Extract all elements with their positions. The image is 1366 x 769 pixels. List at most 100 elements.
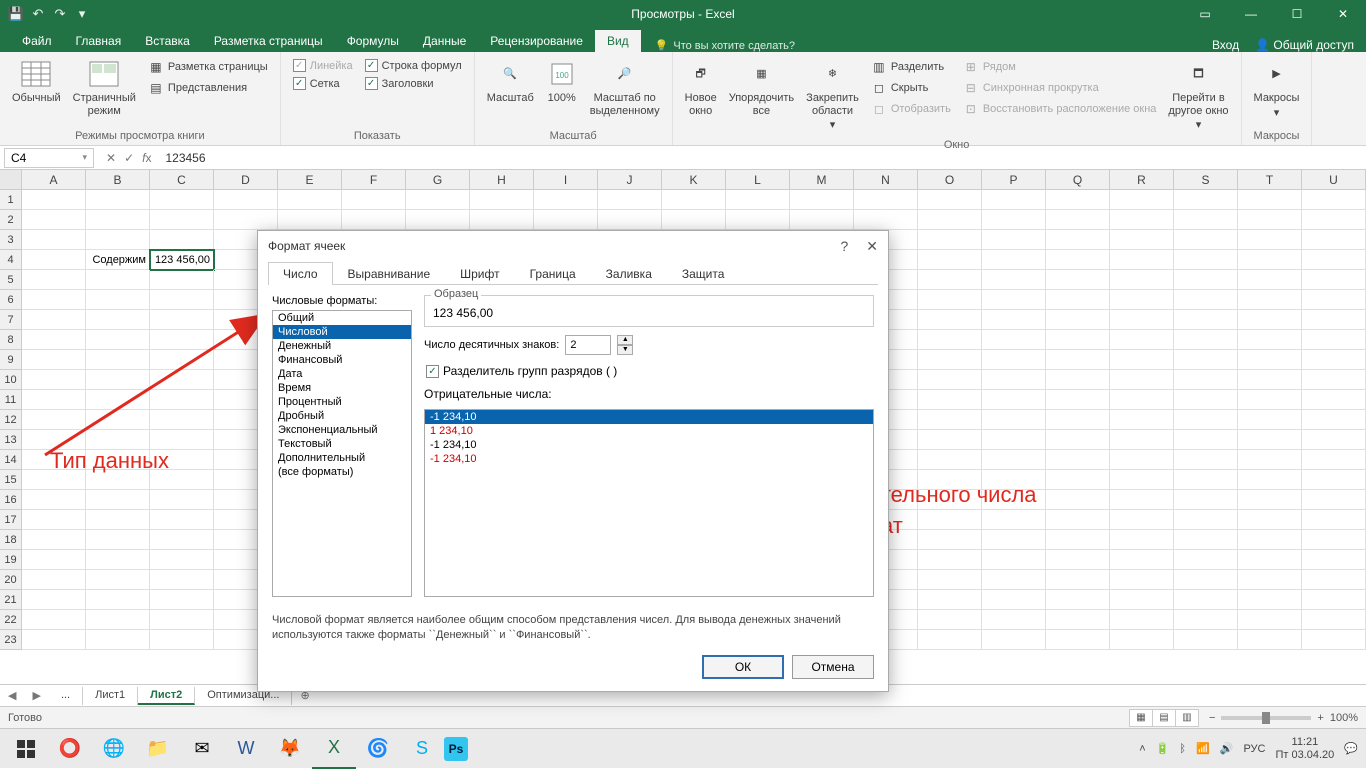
login-link[interactable]: Вход (1212, 38, 1239, 52)
cell[interactable] (918, 230, 982, 250)
cell[interactable] (1174, 470, 1238, 490)
cell[interactable] (1238, 410, 1302, 430)
cell[interactable] (1302, 210, 1366, 230)
row-header[interactable]: 8 (0, 330, 22, 350)
ribbon-opts-icon[interactable]: ▭ (1182, 0, 1228, 28)
cell[interactable] (22, 610, 86, 630)
cell[interactable] (22, 330, 86, 350)
cell[interactable] (1238, 510, 1302, 530)
cell[interactable] (790, 210, 854, 230)
cell[interactable] (22, 470, 86, 490)
cell[interactable] (278, 210, 342, 230)
tab-pagelayout[interactable]: Разметка страницы (202, 30, 335, 52)
negative-item[interactable]: 1 234,10 (425, 424, 873, 438)
cell[interactable] (1302, 590, 1366, 610)
cell[interactable] (1174, 430, 1238, 450)
row-header[interactable]: 13 (0, 430, 22, 450)
cell[interactable] (982, 610, 1046, 630)
decimals-input[interactable] (565, 335, 611, 355)
cell[interactable] (214, 210, 278, 230)
dialog-tab[interactable]: Защита (667, 262, 740, 285)
cell[interactable] (1238, 590, 1302, 610)
cell[interactable]: 123 456,00 (150, 250, 214, 270)
cell[interactable] (1110, 510, 1174, 530)
col-header[interactable]: A (22, 170, 86, 189)
cell[interactable] (86, 330, 150, 350)
cell[interactable] (22, 370, 86, 390)
cell[interactable] (150, 570, 214, 590)
maximize-icon[interactable]: ☐ (1274, 0, 1320, 28)
cell[interactable] (86, 610, 150, 630)
cell[interactable] (150, 550, 214, 570)
col-header[interactable]: R (1110, 170, 1174, 189)
cell[interactable] (918, 430, 982, 450)
category-item[interactable]: Дата (273, 367, 411, 381)
cell[interactable] (918, 310, 982, 330)
col-header[interactable]: L (726, 170, 790, 189)
dialog-tab[interactable]: Число (268, 262, 333, 285)
cell[interactable] (1110, 430, 1174, 450)
cell[interactable] (86, 630, 150, 650)
cell[interactable] (1046, 530, 1110, 550)
category-item[interactable]: Экспоненциальный (273, 423, 411, 437)
dialog-tab[interactable]: Граница (515, 262, 591, 285)
cell[interactable] (1238, 610, 1302, 630)
cell[interactable] (1046, 270, 1110, 290)
category-item[interactable]: Текстовый (273, 437, 411, 451)
cell[interactable] (1238, 310, 1302, 330)
cell[interactable] (1302, 190, 1366, 210)
cell[interactable] (86, 570, 150, 590)
cell[interactable] (1238, 570, 1302, 590)
cell[interactable] (1238, 210, 1302, 230)
cell[interactable] (1046, 630, 1110, 650)
negative-item[interactable]: -1 234,10 (425, 410, 873, 424)
cell[interactable] (22, 550, 86, 570)
cell[interactable] (1238, 470, 1302, 490)
cell[interactable] (918, 610, 982, 630)
tab-formulas[interactable]: Формулы (335, 30, 411, 52)
cell[interactable] (86, 210, 150, 230)
firefox-icon[interactable]: 🦊 (268, 729, 312, 769)
cell[interactable] (1110, 370, 1174, 390)
new-window-button[interactable]: 🗗Новое окно (679, 56, 723, 119)
row-header[interactable]: 3 (0, 230, 22, 250)
col-header[interactable]: Q (1046, 170, 1110, 189)
cell[interactable] (854, 190, 918, 210)
select-all-corner[interactable] (0, 170, 22, 189)
cell[interactable] (150, 370, 214, 390)
formula-input[interactable]: 123456 (159, 151, 1366, 165)
cell[interactable] (1302, 630, 1366, 650)
cell[interactable] (918, 330, 982, 350)
cell[interactable] (918, 370, 982, 390)
cell[interactable] (1302, 310, 1366, 330)
name-box[interactable]: C4▾ (4, 148, 94, 168)
cell[interactable] (22, 490, 86, 510)
cell[interactable] (1046, 510, 1110, 530)
cell[interactable] (982, 630, 1046, 650)
cell[interactable] (598, 190, 662, 210)
col-header[interactable]: I (534, 170, 598, 189)
category-item[interactable]: Дробный (273, 409, 411, 423)
cell[interactable] (1302, 510, 1366, 530)
cell[interactable] (86, 230, 150, 250)
row-header[interactable]: 5 (0, 270, 22, 290)
cell[interactable] (150, 630, 214, 650)
view-pagebreak-icon[interactable]: ▥ (1175, 709, 1199, 727)
view-normal-icon[interactable]: ▦ (1129, 709, 1153, 727)
cell[interactable] (150, 290, 214, 310)
cell[interactable] (1174, 390, 1238, 410)
cell[interactable] (918, 530, 982, 550)
cell[interactable] (278, 190, 342, 210)
cell[interactable] (918, 210, 982, 230)
row-header[interactable]: 4 (0, 250, 22, 270)
row-header[interactable]: 9 (0, 350, 22, 370)
negative-item[interactable]: -1 234,10 (425, 438, 873, 452)
word-icon[interactable]: W (224, 729, 268, 769)
unhide-button[interactable]: ◻Отобразить (869, 100, 953, 118)
cell[interactable] (534, 190, 598, 210)
cell[interactable] (86, 550, 150, 570)
row-header[interactable]: 21 (0, 590, 22, 610)
cell[interactable] (22, 530, 86, 550)
cell[interactable] (22, 630, 86, 650)
cell[interactable] (1046, 210, 1110, 230)
